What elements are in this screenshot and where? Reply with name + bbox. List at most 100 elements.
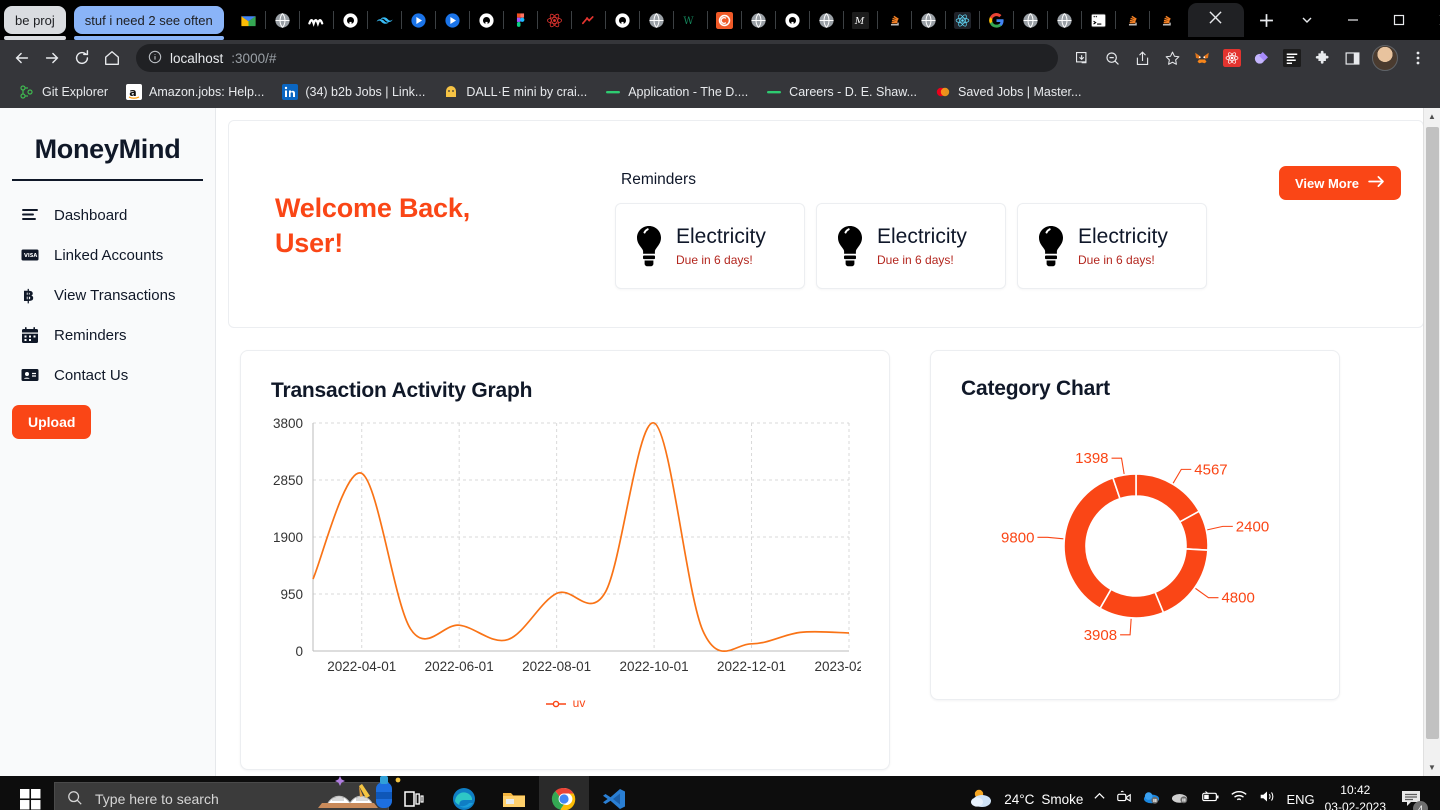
bookmark-amazon-jobs[interactable]: a Amazon.jobs: Help... bbox=[117, 81, 273, 103]
pinned-tab-github-2[interactable] bbox=[468, 3, 504, 37]
sidebar-item-linked-accounts[interactable]: VISA Linked Accounts bbox=[0, 235, 215, 275]
avatar-icon[interactable] bbox=[1372, 45, 1398, 71]
pinned-tab-github-3[interactable] bbox=[604, 3, 640, 37]
three-dots-menu-icon[interactable] bbox=[1404, 44, 1432, 72]
pinned-tab-react[interactable] bbox=[536, 3, 572, 37]
tab-group-stuff[interactable]: stuf i need 2 see often bbox=[73, 6, 224, 40]
scroll-up-arrow-icon[interactable]: ▲ bbox=[1424, 108, 1440, 125]
active-tab[interactable] bbox=[1187, 3, 1244, 37]
pinned-tab-monday[interactable] bbox=[298, 3, 334, 37]
pinned-tab-google[interactable] bbox=[978, 3, 1014, 37]
language-indicator[interactable]: ENG bbox=[1286, 792, 1314, 807]
page-scrollbar[interactable]: ▲ ▼ bbox=[1423, 108, 1440, 776]
forward-arrow-icon[interactable] bbox=[38, 44, 66, 72]
task-view-button[interactable] bbox=[389, 776, 439, 810]
metamask-icon[interactable] bbox=[1188, 44, 1216, 72]
pinned-tab-medium[interactable]: M bbox=[842, 3, 878, 37]
chevron-up-icon[interactable] bbox=[1093, 790, 1106, 808]
extension-purple-icon[interactable] bbox=[1248, 44, 1276, 72]
scroll-down-arrow-icon[interactable]: ▼ bbox=[1424, 759, 1440, 776]
chevron-down-icon[interactable] bbox=[1284, 0, 1330, 40]
sidebar-item-view-transactions[interactable]: ฿ View Transactions bbox=[0, 275, 215, 315]
notification-center-button[interactable]: 4 bbox=[1396, 784, 1428, 810]
pinned-tab-canva[interactable] bbox=[706, 3, 742, 37]
share-icon[interactable] bbox=[1128, 44, 1156, 72]
pinned-tab-tailwind[interactable] bbox=[366, 3, 402, 37]
cloud-sync-icon[interactable] bbox=[1171, 789, 1190, 810]
weather-temperature: 24°C bbox=[1004, 791, 1035, 807]
taskbar-clock[interactable]: 10:42 03-02-2023 bbox=[1325, 782, 1386, 810]
taskbar-app-chrome[interactable] bbox=[539, 776, 589, 810]
pinned-tab-figma[interactable] bbox=[502, 3, 538, 37]
taskbar-search-box[interactable]: Type here to search bbox=[54, 776, 401, 810]
pinned-tab-github-4[interactable] bbox=[774, 3, 810, 37]
back-arrow-icon[interactable] bbox=[8, 44, 36, 72]
reminder-text: Electricity Due in 6 days! bbox=[676, 225, 766, 266]
maximize-icon[interactable] bbox=[1376, 0, 1422, 40]
onedrive-icon[interactable] bbox=[1142, 789, 1161, 810]
pinned-tab-globe-2[interactable] bbox=[638, 3, 674, 37]
pinned-tab-globe-6[interactable] bbox=[1012, 3, 1048, 37]
weather-widget[interactable]: 24°C Smoke bbox=[969, 787, 1083, 810]
pinned-tab-stackoverflow[interactable] bbox=[876, 3, 912, 37]
close-icon[interactable] bbox=[1209, 11, 1222, 29]
minimize-icon[interactable] bbox=[1330, 0, 1376, 40]
bookmark-b2b-jobs[interactable]: (34) b2b Jobs | Link... bbox=[273, 81, 434, 103]
bookmark-saved-jobs[interactable]: Saved Jobs | Master... bbox=[926, 81, 1090, 103]
sidebar-item-dashboard[interactable]: Dashboard bbox=[0, 195, 215, 235]
json-viewer-icon[interactable] bbox=[1278, 44, 1306, 72]
sidebar-item-reminders[interactable]: Reminders bbox=[0, 315, 215, 355]
info-circle-icon[interactable] bbox=[148, 50, 162, 67]
reminder-card[interactable]: Electricity Due in 6 days! bbox=[615, 203, 805, 289]
view-more-label: View More bbox=[1294, 175, 1359, 191]
pinned-tab-netlify[interactable] bbox=[570, 3, 606, 37]
pinned-tab-globe[interactable] bbox=[264, 3, 300, 37]
bookmark-dalle-mini[interactable]: DALL·E mini by crai... bbox=[434, 81, 596, 103]
side-panel-icon[interactable] bbox=[1338, 44, 1366, 72]
legend-label: uv bbox=[572, 696, 586, 710]
pinned-tab-globe-4[interactable] bbox=[808, 3, 844, 37]
taskbar-app-edge[interactable] bbox=[439, 776, 489, 810]
reminder-card[interactable]: Electricity Due in 6 days! bbox=[1017, 203, 1207, 289]
reminder-card[interactable]: Electricity Due in 6 days! bbox=[816, 203, 1006, 289]
view-more-button[interactable]: View More bbox=[1278, 166, 1401, 200]
lightbulb-icon bbox=[632, 224, 666, 268]
windows-start-button[interactable] bbox=[6, 776, 54, 810]
bookmark-careers-de-shaw[interactable]: Careers - D. E. Shaw... bbox=[757, 81, 926, 103]
camera-icon[interactable] bbox=[1116, 789, 1132, 810]
battery-icon[interactable] bbox=[1200, 789, 1220, 809]
address-bar[interactable]: localhost:3000/# bbox=[136, 44, 1058, 72]
pinned-tab-stackoverflow-2[interactable] bbox=[1114, 3, 1150, 37]
pinned-tab-chrome-remote[interactable] bbox=[400, 3, 436, 37]
pinned-tab-globe-7[interactable] bbox=[1046, 3, 1082, 37]
home-icon[interactable] bbox=[98, 44, 126, 72]
taskbar-app-vscode[interactable] bbox=[589, 776, 639, 810]
reload-icon[interactable] bbox=[68, 44, 96, 72]
pinned-tab-chrome-remote-2[interactable] bbox=[434, 3, 470, 37]
pinned-tab-globe-3[interactable] bbox=[740, 3, 776, 37]
volume-icon[interactable] bbox=[1258, 789, 1276, 809]
bookmark-application-the-d[interactable]: Application - The D.... bbox=[596, 81, 757, 103]
pinned-tab-terminal[interactable] bbox=[1080, 3, 1116, 37]
pinned-tab-react-2[interactable] bbox=[944, 3, 980, 37]
bookmark-label: Saved Jobs | Master... bbox=[958, 85, 1082, 99]
zoom-out-icon[interactable] bbox=[1098, 44, 1126, 72]
extensions-puzzle-icon[interactable] bbox=[1308, 44, 1336, 72]
pinned-tab-gmail[interactable] bbox=[232, 3, 266, 37]
scrollbar-thumb[interactable] bbox=[1426, 127, 1439, 739]
sidebar-item-contact-us[interactable]: Contact Us bbox=[0, 355, 215, 395]
new-tab-button[interactable] bbox=[1250, 3, 1284, 37]
pinned-tab-github[interactable] bbox=[332, 3, 368, 37]
upload-button[interactable]: Upload bbox=[12, 405, 92, 439]
bookmark-git-explorer[interactable]: Git Explorer bbox=[10, 81, 117, 103]
tab-group-be-proj[interactable]: be proj bbox=[4, 6, 66, 40]
pinned-tab-globe-5[interactable] bbox=[910, 3, 946, 37]
window-close-icon[interactable] bbox=[1422, 0, 1440, 40]
react-devtools-icon[interactable] bbox=[1218, 44, 1246, 72]
wifi-icon[interactable] bbox=[1230, 789, 1248, 809]
install-icon[interactable] bbox=[1068, 44, 1096, 72]
pinned-tab-stackoverflow-3[interactable] bbox=[1148, 3, 1184, 37]
taskbar-app-file-explorer[interactable] bbox=[489, 776, 539, 810]
bookmark-star-icon[interactable] bbox=[1158, 44, 1186, 72]
pinned-tab-webflow[interactable]: W bbox=[672, 3, 708, 37]
